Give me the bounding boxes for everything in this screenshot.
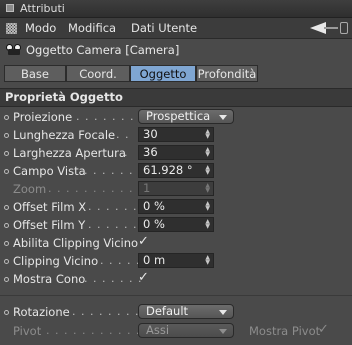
- zoom-field: 1 ▲ ▼: [138, 181, 214, 196]
- panel-title: Attributi: [20, 2, 65, 15]
- row-campo-vista: Campo Vista . . . . . . . 61.928 ° ▲ ▼: [0, 163, 352, 180]
- campo-vista-label: Campo Vista: [13, 164, 86, 178]
- section-header: Proprietà Oggetto: [0, 88, 352, 107]
- tab-coord[interactable]: Coord.: [66, 65, 130, 82]
- animate-dot-icon[interactable]: [4, 277, 9, 282]
- spinner-icon[interactable]: ▲ ▼: [205, 147, 210, 158]
- row-mostra-cono: Mostra Cono . . . . . . . ✓: [0, 270, 352, 288]
- arrow-bar-icon: [324, 27, 338, 29]
- pivot-dropdown: Assi: [138, 323, 234, 338]
- rotazione-label: Rotazione: [13, 305, 70, 319]
- lunghezza-focale-field[interactable]: 30 ▲ ▼: [138, 127, 214, 142]
- row-clipping-vicino: Clipping Vicino . . . . . 0 m ▲ ▼: [0, 253, 352, 270]
- lock-icon[interactable]: [340, 22, 348, 34]
- clipping-vicino-field[interactable]: 0 m ▲ ▼: [138, 253, 214, 268]
- spinner-icon[interactable]: ▲ ▼: [205, 255, 210, 266]
- offset-film-x-field[interactable]: 0 % ▲ ▼: [138, 199, 214, 214]
- offset-film-y-label: Offset Film Y: [13, 218, 86, 232]
- camera-icon: [6, 43, 22, 55]
- lunghezza-focale-label: Lunghezza Focale: [13, 128, 116, 142]
- campo-vista-field[interactable]: 61.928 ° ▲ ▼: [138, 163, 214, 178]
- spinner-icon[interactable]: ▲ ▼: [205, 129, 210, 140]
- animate-dot-icon[interactable]: [4, 223, 9, 228]
- animate-dot-icon[interactable]: [4, 310, 9, 315]
- offset-film-y-field[interactable]: 0 % ▲ ▼: [138, 217, 214, 232]
- zoom-label: Zoom: [13, 182, 47, 196]
- row-offset-film-x: Offset Film X . . . . . . 0 % ▲ ▼: [0, 199, 352, 216]
- abilita-clipping-vicino-checkbox[interactable]: ✓: [138, 234, 149, 249]
- mostra-pivot-checkbox: ✓: [318, 322, 329, 337]
- object-header: Oggetto Camera [Camera]: [0, 40, 352, 60]
- section-title: Proprietà Oggetto: [5, 90, 123, 104]
- mostra-pivot-label: Mostra Pivot: [249, 324, 321, 338]
- tab-base[interactable]: Base: [4, 65, 66, 82]
- proiezione-label: Proiezione: [13, 110, 73, 124]
- tab-oggetto[interactable]: Oggetto: [130, 65, 196, 82]
- animate-dot-icon[interactable]: [4, 205, 9, 210]
- larghezza-apertura-label: Larghezza Apertura: [13, 146, 126, 160]
- row-abilita-clipping-vicino: Abilita Clipping Vicino ✓: [0, 234, 352, 252]
- mostra-cono-label: Mostra Cono: [13, 272, 86, 286]
- larghezza-apertura-field[interactable]: 36 ▲ ▼: [138, 145, 214, 160]
- animate-dot-icon[interactable]: [4, 115, 9, 120]
- offset-film-x-label: Offset Film X: [13, 200, 87, 214]
- chevron-down-icon: [219, 115, 227, 120]
- animate-dot-icon[interactable]: [4, 259, 9, 264]
- panel-icon: [6, 4, 14, 12]
- row-larghezza-apertura: Larghezza Apertura . 36 ▲ ▼: [0, 145, 352, 162]
- menu-modifica[interactable]: Modifica: [68, 21, 116, 35]
- spinner-icon[interactable]: ▲ ▼: [205, 165, 210, 176]
- row-proiezione: Proiezione . . . . . . . . . Prospettica: [0, 109, 352, 126]
- menu-modo[interactable]: Modo: [25, 21, 56, 35]
- row-zoom: Zoom . . . . . . . . . . . . 1 ▲ ▼: [0, 181, 352, 198]
- spinner-icon[interactable]: ▲ ▼: [205, 219, 210, 230]
- row-lunghezza-focale: Lunghezza Focale . . 30 ▲ ▼: [0, 127, 352, 144]
- divider: [0, 295, 352, 296]
- proiezione-dropdown[interactable]: Prospettica: [138, 109, 234, 124]
- row-offset-film-y: Offset Film Y . . . . . . 0 % ▲ ▼: [0, 217, 352, 234]
- object-name: Oggetto Camera [Camera]: [26, 43, 180, 57]
- chevron-down-icon: [219, 310, 227, 315]
- clipping-vicino-label: Clipping Vicino: [13, 254, 99, 268]
- row-rotazione: Rotazione . . . . . . . . . . Default: [0, 304, 352, 321]
- rotazione-dropdown[interactable]: Default: [138, 304, 234, 319]
- tab-profondita[interactable]: Profondità: [196, 65, 258, 82]
- spinner-icon: ▲ ▼: [205, 182, 210, 194]
- pivot-label: Pivot: [13, 324, 42, 338]
- menu-dati-utente[interactable]: Dati Utente: [131, 21, 197, 35]
- abilita-clipping-vicino-label: Abilita Clipping Vicino: [13, 236, 139, 250]
- animate-dot-icon[interactable]: [4, 241, 9, 246]
- grid-menu-icon[interactable]: [6, 23, 17, 34]
- animate-dot-icon[interactable]: [4, 169, 9, 174]
- animate-dot-icon[interactable]: [4, 133, 9, 138]
- chevron-down-icon: [219, 329, 227, 334]
- row-pivot: Pivot . . . . . . . . . . . . Assi Mostr…: [13, 322, 329, 338]
- animate-dot-icon[interactable]: [4, 151, 9, 156]
- panel-titlebar: Attributi: [0, 0, 352, 18]
- spinner-icon[interactable]: ▲ ▼: [205, 201, 210, 212]
- mostra-cono-checkbox[interactable]: ✓: [138, 270, 149, 285]
- menu-bar: Modo Modifica Dati Utente: [0, 18, 352, 39]
